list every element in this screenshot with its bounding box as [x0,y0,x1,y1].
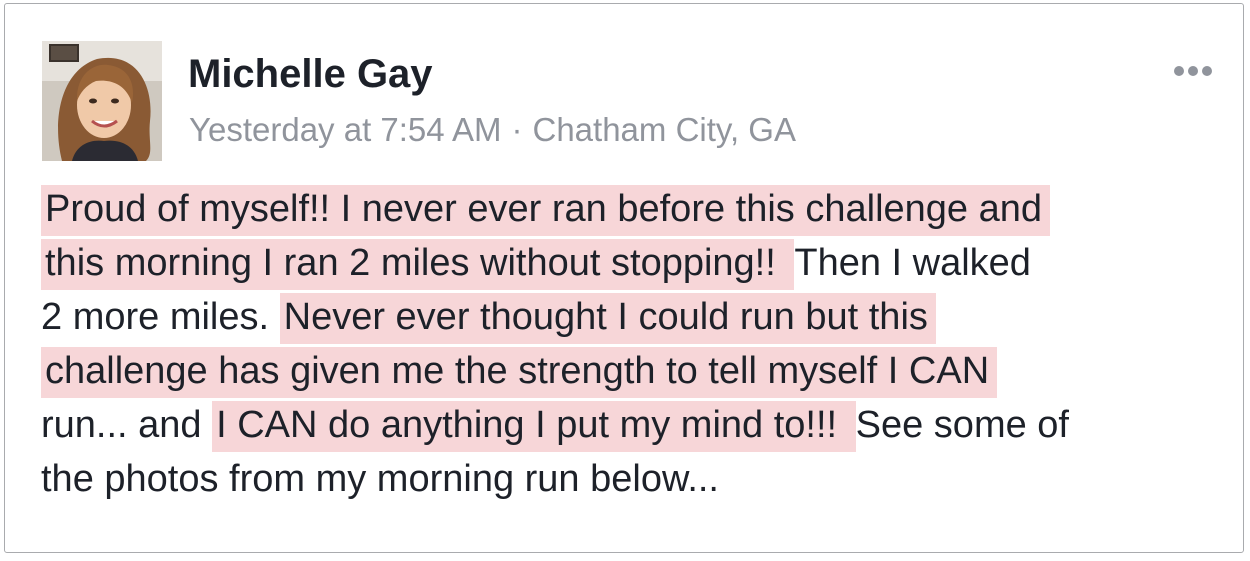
post-text-segment: run... and [41,404,213,446]
post-card: Michelle Gay Yesterday at 7:54 AM · Chatha… [4,3,1244,553]
post-text-segment: the photos from my morning run below... [41,458,719,500]
post-text: Proud of myself!! I never ever ran befor… [41,182,1231,506]
post-text-segment: Then I walked [794,242,1031,284]
post-text-segment: 2 more miles. [41,296,280,338]
post-text-line: the photos from my morning run below... [41,452,1231,506]
highlighted-text: I CAN do anything I put my mind to!!! [212,401,856,452]
post-text-line: this morning I ran 2 miles without stopp… [41,236,1231,290]
post-text-segment: See some of [855,404,1069,446]
highlighted-text: this morning I ran 2 miles without stopp… [41,239,795,290]
author-name[interactable]: Michelle Gay [188,51,433,97]
more-horizontal-icon [1174,66,1212,76]
post-location[interactable]: Chatham City, GA [533,111,796,148]
post-text-line: 2 more miles. Never ever thought I could… [41,290,1231,344]
more-options-button[interactable] [1169,59,1217,83]
highlighted-text: Never ever thought I could run but this [279,293,936,344]
post-meta: Yesterday at 7:54 AM · Chatham City, GA [189,110,796,150]
post-timestamp[interactable]: Yesterday at 7:54 AM [189,111,502,148]
highlighted-text: Proud of myself!! I never ever ran befor… [41,185,1050,236]
post-text-line: challenge has given me the strength to t… [41,344,1231,398]
post-text-line: Proud of myself!! I never ever ran befor… [41,182,1231,236]
avatar-photo [42,41,162,161]
highlighted-text: challenge has given me the strength to t… [41,347,998,398]
post-text-line: run... and I CAN do anything I put my mi… [41,398,1231,452]
avatar[interactable] [42,41,162,161]
meta-separator: · [511,111,523,148]
